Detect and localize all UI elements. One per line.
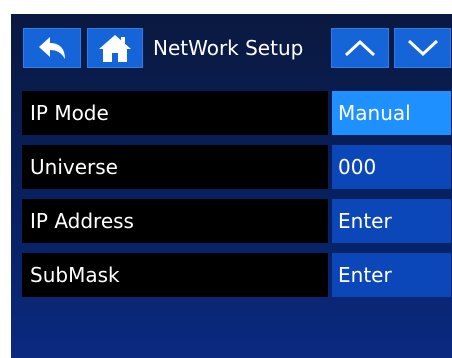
universe-value[interactable]: 000 [332,145,451,189]
scroll-down-button[interactable] [394,28,451,68]
page-title: NetWork Setup [153,36,304,60]
universe-label: Universe [22,145,328,189]
ip-address-value[interactable]: Enter [332,199,451,243]
scroll-up-button[interactable] [331,28,389,68]
chevron-down-icon [407,39,438,57]
device-screen: NetWork Setup IP Mode Manual Universe 00… [11,14,452,358]
ip-mode-label: IP Mode [22,91,328,135]
submask-value[interactable]: Enter [332,253,451,297]
back-button[interactable] [23,28,81,68]
back-arrow-icon [39,37,65,59]
home-icon [99,35,131,62]
submask-label: SubMask [22,253,328,297]
ip-address-label: IP Address [22,199,328,243]
ip-mode-value[interactable]: Manual [332,91,451,135]
home-button[interactable] [87,28,143,68]
chevron-up-icon [344,39,376,57]
